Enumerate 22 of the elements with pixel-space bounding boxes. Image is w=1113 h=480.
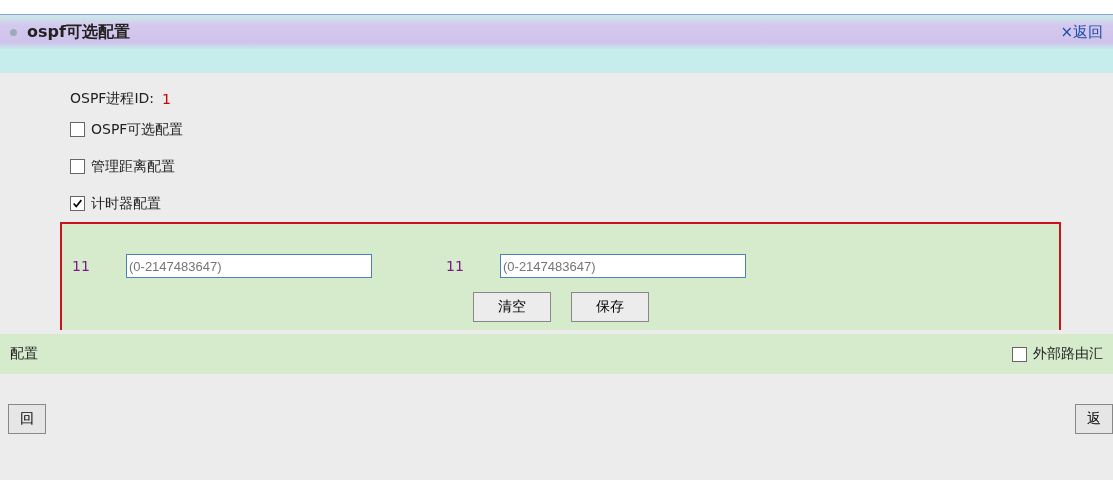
checkbox[interactable]: [70, 122, 85, 137]
option-label: 计时器配置: [91, 194, 161, 213]
input-field[interactable]: (0-2147483647): [500, 254, 746, 278]
checkbox[interactable]: [70, 159, 85, 174]
timer-value: 11: [72, 258, 91, 274]
checkbox[interactable]: [1012, 346, 1027, 362]
back-link[interactable]: ×返回: [1060, 22, 1103, 42]
checkbox[interactable]: [70, 196, 85, 211]
option-label: 管理距离配置: [91, 157, 175, 176]
process-id-value: 1: [162, 91, 171, 107]
action-button[interactable]: 保存: [570, 292, 649, 322]
config-label: 配置: [10, 345, 38, 363]
option-label: OSPF可选配置: [91, 120, 184, 139]
bullet-icon: [10, 28, 17, 36]
action-button[interactable]: 清空: [472, 292, 551, 322]
input-field[interactable]: (0-2147483647): [126, 254, 372, 278]
footer-button[interactable]: 回: [8, 404, 46, 434]
page-title: ospf可选配置: [27, 21, 131, 43]
option-label: 外部路由汇: [1033, 345, 1103, 363]
footer-button[interactable]: 返: [1075, 404, 1113, 434]
timer-value: 11: [446, 258, 465, 274]
process-id-label: OSPF进程ID:: [70, 90, 155, 108]
